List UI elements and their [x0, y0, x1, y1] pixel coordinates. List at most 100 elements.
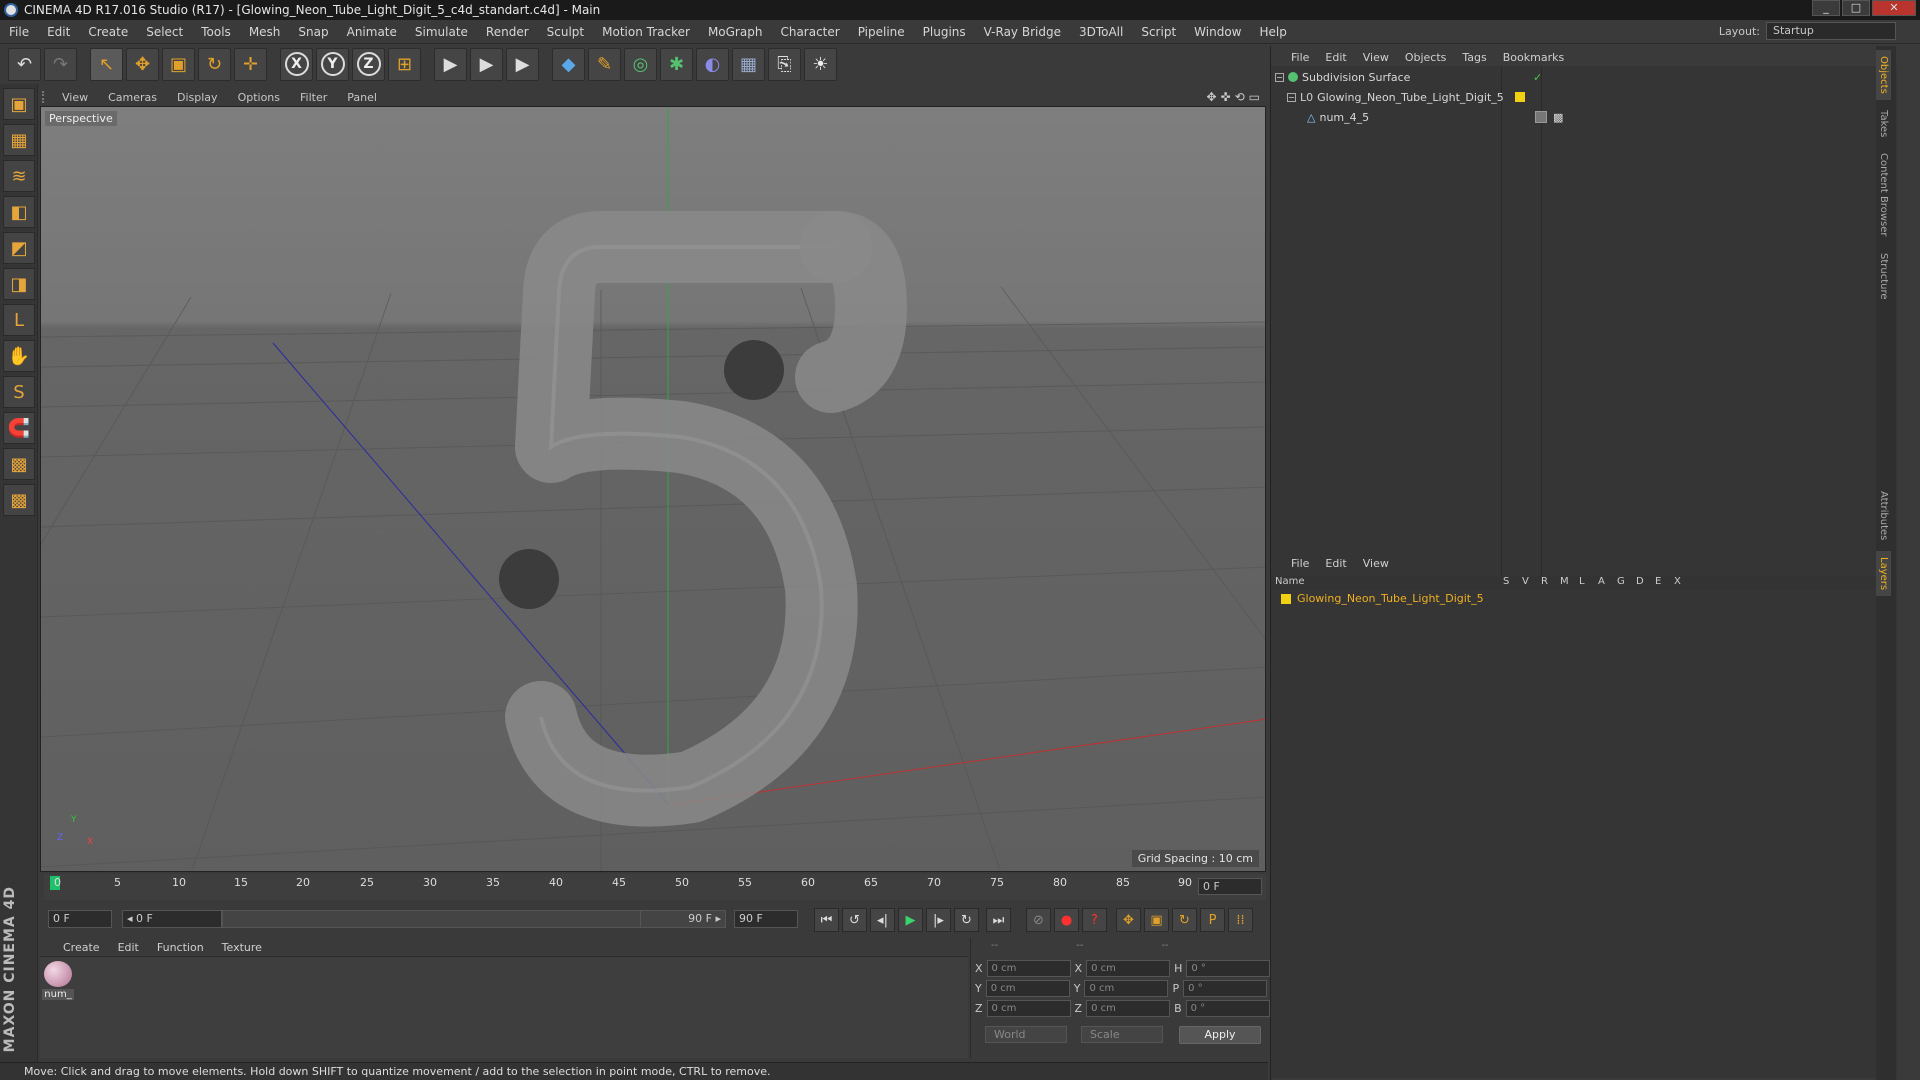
object-row-num-4-5[interactable]: △ num_4_5 ▩ [1307, 108, 1563, 126]
subdivision-nurbs-button[interactable]: ◎ [624, 47, 657, 81]
step-forward-button[interactable]: |▸ [926, 908, 951, 932]
side-tab-structure[interactable]: Structure [1876, 247, 1891, 306]
go-to-end-button[interactable]: ⏭ [986, 908, 1011, 932]
menu-render[interactable]: Render [477, 25, 538, 39]
collapse-toggle-icon[interactable]: − [1275, 72, 1284, 82]
point-mode-button[interactable]: ◩ [3, 232, 35, 264]
record-disabled-button[interactable]: ⊘ [1026, 908, 1051, 932]
layer-row[interactable]: Glowing_Neon_Tube_Light_Digit_5 [1281, 592, 1484, 605]
workplane-lock-button[interactable]: ▩ [3, 448, 35, 480]
render-settings-button[interactable]: ▶ [506, 47, 539, 81]
menu-3dtoall[interactable]: 3DToAll [1070, 25, 1132, 39]
scale-tool-button[interactable]: ▣ [162, 47, 195, 81]
key-position-button[interactable]: ✥ [1116, 908, 1141, 932]
render-view-button[interactable]: ▶ [434, 47, 467, 81]
coordinate-system-button[interactable]: ⊞ [388, 47, 421, 81]
side-tab-attributes[interactable]: Attributes [1876, 485, 1891, 546]
key-scale-button[interactable]: ▣ [1144, 908, 1169, 932]
layers-menu-edit[interactable]: Edit [1317, 557, 1354, 570]
previous-key-button[interactable]: ↺ [842, 908, 867, 932]
size-mode-dropdown[interactable]: Scale [1081, 1026, 1163, 1043]
coordinate-space-dropdown[interactable]: World [985, 1026, 1067, 1043]
viewport-menu-options[interactable]: Options [228, 91, 290, 104]
range-start-field[interactable]: ◂ 0 F [122, 910, 222, 928]
material-menu-texture[interactable]: Texture [213, 941, 271, 954]
layers-menu-file[interactable]: File [1283, 557, 1317, 570]
array-generator-button[interactable]: ✱ [660, 47, 693, 81]
layout-dropdown[interactable]: Startup [1766, 22, 1896, 40]
polygon-mode-button[interactable]: L [3, 304, 35, 336]
enabled-check-icon[interactable]: ✓ [1533, 71, 1542, 84]
side-tab-content-browser[interactable]: Content Browser [1876, 147, 1891, 242]
menu-animate[interactable]: Animate [338, 25, 406, 39]
menu-edit[interactable]: Edit [38, 25, 79, 39]
texture-tag-icon[interactable]: ▩ [1553, 111, 1563, 124]
select-tool-button[interactable]: ↖ [90, 47, 123, 81]
menu-simulate[interactable]: Simulate [406, 25, 477, 39]
range-end-field[interactable]: 90 F ▸ [640, 910, 726, 928]
solo-mode-button[interactable]: S [3, 376, 35, 408]
workplane-mode-button[interactable]: ◧ [3, 196, 35, 228]
collapse-toggle-icon[interactable]: − [1287, 92, 1296, 102]
menu-plugins[interactable]: Plugins [914, 25, 975, 39]
redo-button[interactable]: ↷ [44, 47, 77, 81]
menu-vray-bridge[interactable]: V-Ray Bridge [975, 25, 1070, 39]
menu-snap[interactable]: Snap [289, 25, 337, 39]
viewport-menu-cameras[interactable]: Cameras [98, 91, 167, 104]
side-tab-objects[interactable]: Objects [1876, 50, 1891, 100]
viewport-menu-display[interactable]: Display [167, 91, 228, 104]
objects-menu-tags[interactable]: Tags [1454, 51, 1494, 64]
close-button[interactable]: ✕ [1872, 0, 1916, 16]
start-frame-field[interactable]: 0 F [48, 910, 112, 928]
side-tab-takes[interactable]: Takes [1876, 104, 1891, 143]
material-tag-icon[interactable] [1535, 111, 1547, 123]
render-picture-viewer-button[interactable]: ▶ [470, 47, 503, 81]
end-frame-field[interactable]: 90 F [734, 910, 798, 928]
menu-character[interactable]: Character [771, 25, 848, 39]
rotation-h-field[interactable]: 0 ° [1186, 960, 1271, 977]
deformer-button[interactable]: ◐ [696, 47, 729, 81]
viewport-menu-view[interactable]: View [52, 91, 98, 104]
next-key-button[interactable]: ↻ [954, 908, 979, 932]
play-button[interactable]: ▶ [898, 908, 923, 932]
texture-mode-button[interactable]: ≋ [3, 160, 35, 192]
objects-menu-view[interactable]: View [1355, 51, 1397, 64]
autokeying-button[interactable]: ? [1082, 908, 1107, 932]
tweak-mode-button[interactable]: ✋ [3, 340, 35, 372]
orbit-icon[interactable]: ⟲ [1235, 90, 1245, 104]
make-editable-button[interactable]: ▣ [3, 88, 35, 120]
layers-menu-view[interactable]: View [1355, 557, 1397, 570]
objects-menu-file[interactable]: File [1283, 51, 1317, 64]
undo-button[interactable]: ↶ [8, 47, 41, 81]
menu-create[interactable]: Create [79, 25, 137, 39]
snap-button[interactable]: 🧲 [3, 412, 35, 444]
objects-menu-bookmarks[interactable]: Bookmarks [1495, 51, 1572, 64]
rotate-tool-button[interactable]: ↻ [198, 47, 231, 81]
move-tool-button[interactable]: ✥ [126, 47, 159, 81]
material-menu-create[interactable]: Create [54, 941, 109, 954]
menu-select[interactable]: Select [137, 25, 192, 39]
apply-button[interactable]: Apply [1179, 1026, 1261, 1044]
viewport-menu-filter[interactable]: Filter [290, 91, 337, 104]
position-z-field[interactable]: 0 cm [986, 1000, 1071, 1017]
maximize-view-icon[interactable]: ▭ [1249, 90, 1260, 104]
key-pla-button[interactable]: ⁞⁞ [1228, 908, 1253, 932]
viewport-menu-panel[interactable]: Panel [337, 91, 387, 104]
edge-mode-button[interactable]: ◨ [3, 268, 35, 300]
size-x-field[interactable]: 0 cm [1086, 960, 1171, 977]
material-item[interactable]: num_ [40, 957, 80, 1007]
step-back-button[interactable]: ◂| [870, 908, 895, 932]
timeline-ruler[interactable]: 0 5 10 15 20 25 30 35 40 45 50 55 60 65 … [44, 874, 1266, 900]
z-axis-lock-button[interactable]: Z [352, 47, 385, 81]
menu-pipeline[interactable]: Pipeline [849, 25, 914, 39]
objects-menu-objects[interactable]: Objects [1397, 51, 1455, 64]
menu-motion-tracker[interactable]: Motion Tracker [593, 25, 699, 39]
menu-sculpt[interactable]: Sculpt [538, 25, 593, 39]
dolly-icon[interactable]: ✜ [1221, 90, 1231, 104]
go-to-start-button[interactable]: ⏮ [814, 908, 839, 932]
record-active-objects-button[interactable]: ● [1054, 908, 1079, 932]
add-tool-button[interactable]: ✛ [234, 47, 267, 81]
material-menu-function[interactable]: Function [148, 941, 213, 954]
rotation-p-field[interactable]: 0 ° [1183, 980, 1268, 997]
menu-mesh[interactable]: Mesh [240, 25, 290, 39]
